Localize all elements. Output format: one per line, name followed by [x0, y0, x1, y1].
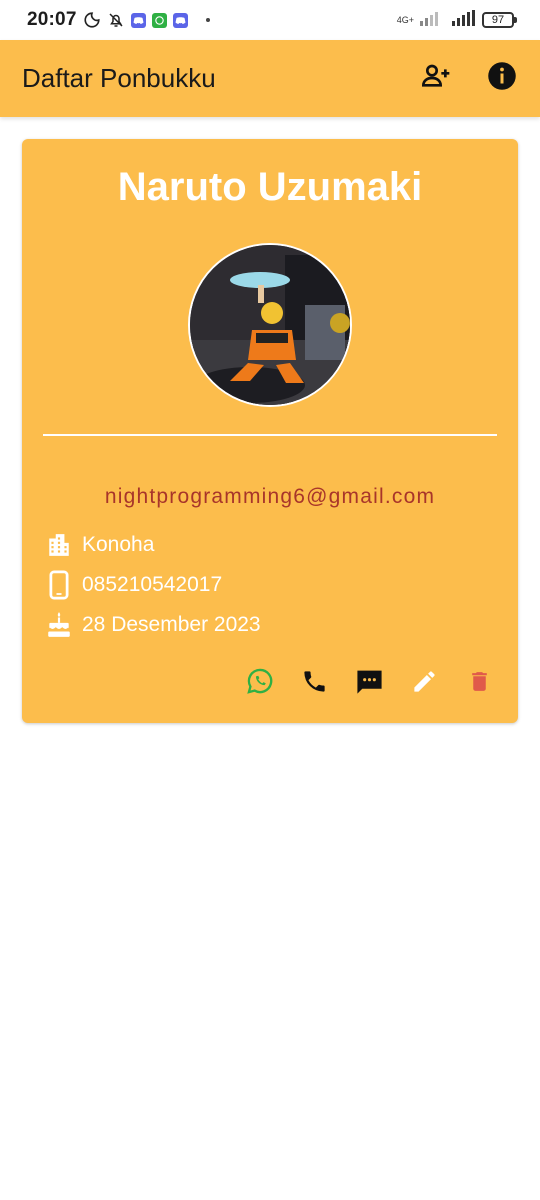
contact-phone: 085210542017: [82, 573, 223, 596]
status-bar: 20:07 4G+ 97: [0, 0, 540, 40]
app-bar: Daftar Ponbukku: [0, 40, 540, 117]
city-row: Konoha: [46, 531, 154, 559]
app-bar-actions: [420, 61, 518, 96]
edit-button[interactable]: [410, 669, 439, 698]
smartphone-icon: [46, 570, 72, 600]
contact-name: Naruto Uzumaki: [117, 165, 423, 209]
info-button[interactable]: [486, 61, 518, 96]
moon-icon: [83, 11, 101, 29]
discord-icon-2: [172, 12, 188, 28]
whatsapp-status-icon: [151, 12, 167, 28]
delete-icon: [467, 668, 492, 700]
discord-icon: [130, 12, 146, 28]
contact-card: Naruto Uzumaki nightprogramming6@gmail.c…: [22, 139, 518, 723]
phone-row: 085210542017: [46, 570, 223, 600]
signal-icon-2: [452, 9, 476, 31]
person-add-icon: [420, 60, 452, 97]
whatsapp-button[interactable]: [245, 667, 274, 700]
sms-icon: [355, 667, 384, 701]
notifications-off-icon: [107, 11, 125, 29]
birthday-row: 28 Desember 2023: [46, 611, 261, 639]
cake-icon: [46, 611, 72, 639]
status-right: 4G+ 97: [396, 9, 517, 31]
contact-actions: [245, 667, 494, 700]
contact-email: nightprogramming6@gmail.com: [104, 485, 436, 508]
page-title: Daftar Ponbukku: [22, 63, 216, 93]
call-button[interactable]: [300, 669, 329, 698]
battery-indicator: 97: [482, 12, 517, 28]
signal-icon: [420, 10, 446, 31]
delete-button[interactable]: [465, 669, 494, 698]
apartment-icon: [46, 531, 72, 559]
more-notifications-dot: [205, 18, 210, 22]
add-contact-button[interactable]: [420, 63, 452, 95]
edit-icon: [411, 668, 438, 700]
whatsapp-icon: [246, 667, 274, 700]
sms-button[interactable]: [355, 669, 384, 698]
status-time: 20:07: [27, 9, 77, 30]
avatar: [188, 243, 352, 407]
contact-city: Konoha: [82, 533, 155, 556]
divider: [43, 434, 497, 436]
phone-icon: [301, 668, 328, 700]
info-icon: [487, 61, 517, 96]
contact-birthday: 28 Desember 2023: [82, 613, 261, 636]
status-left: 20:07: [27, 9, 210, 31]
network-label: 4G+: [396, 14, 414, 25]
